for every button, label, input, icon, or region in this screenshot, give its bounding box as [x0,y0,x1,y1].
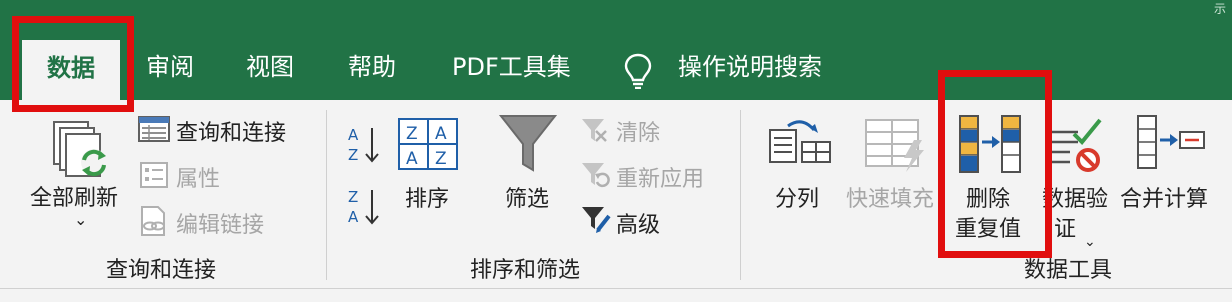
consolidate-button[interactable]: 合并计算 [1120,181,1208,213]
data-validation-label-line2[interactable]: 证 [1054,211,1076,243]
svg-text:A: A [348,208,359,226]
highlight-box-data-tab [12,16,134,112]
svg-text:A: A [435,124,447,144]
ribbon-bottom-border [0,288,1232,289]
refresh-all-icon[interactable] [48,120,114,182]
tab-help[interactable]: 帮助 [348,50,396,84]
filter-button[interactable]: 筛选 [505,181,549,213]
text-to-columns-button[interactable]: 分列 [775,181,819,213]
lightbulb-icon[interactable] [624,53,652,89]
tell-me-search[interactable]: 操作说明搜索 [678,50,822,84]
refresh-all-chevron-down-icon[interactable]: ⌄ [74,210,87,229]
clear-button[interactable]: 清除 [616,115,660,147]
svg-text:A: A [406,149,418,169]
data-validation-chevron-down-icon[interactable]: ⌄ [1084,234,1096,250]
tab-pdf-tools[interactable]: PDF工具集 [452,50,571,84]
reapply-button[interactable]: 重新应用 [616,161,704,193]
group-label-sort-filter: 排序和筛选 [470,258,581,283]
sort-ascending-icon[interactable]: A Z [346,124,382,166]
data-validation-icon[interactable] [1048,114,1104,174]
sort-descending-icon[interactable]: Z A [346,186,382,228]
svg-text:Z: Z [435,149,447,169]
group-divider [326,110,327,280]
advanced-button[interactable]: 高级 [616,207,660,239]
svg-text:A: A [348,126,359,144]
clear-filter-icon [582,119,607,142]
edit-links-button[interactable]: 编辑链接 [176,207,264,239]
corner-caption: 示 [1213,2,1226,16]
consolidate-icon[interactable] [1134,114,1206,170]
properties-button[interactable]: 属性 [176,161,220,193]
text-to-columns-icon[interactable] [768,116,832,170]
highlight-box-remove-duplicates [938,70,1052,258]
sort-button[interactable]: 排序 [405,181,449,213]
reapply-icon [582,163,610,188]
svg-text:Z: Z [348,146,358,164]
queries-connections-icon [138,116,170,142]
flash-fill-button[interactable]: 快速填充 [846,181,934,213]
sort-icon[interactable]: Z A A Z [398,118,458,170]
svg-text:Z: Z [406,124,418,144]
tab-view[interactable]: 视图 [246,50,294,84]
queries-connections-button[interactable]: 查询和连接 [176,115,286,147]
filter-icon[interactable] [499,114,557,174]
properties-icon [140,162,168,188]
group-divider [740,110,741,280]
edit-links-icon [141,206,165,236]
tab-review[interactable]: 审阅 [146,50,194,84]
group-label-queries-connections: 查询和连接 [106,258,217,283]
flash-fill-icon [865,119,924,172]
advanced-filter-icon[interactable] [580,204,612,234]
svg-text:Z: Z [348,188,358,206]
refresh-all-button[interactable]: 全部刷新 [30,180,118,212]
